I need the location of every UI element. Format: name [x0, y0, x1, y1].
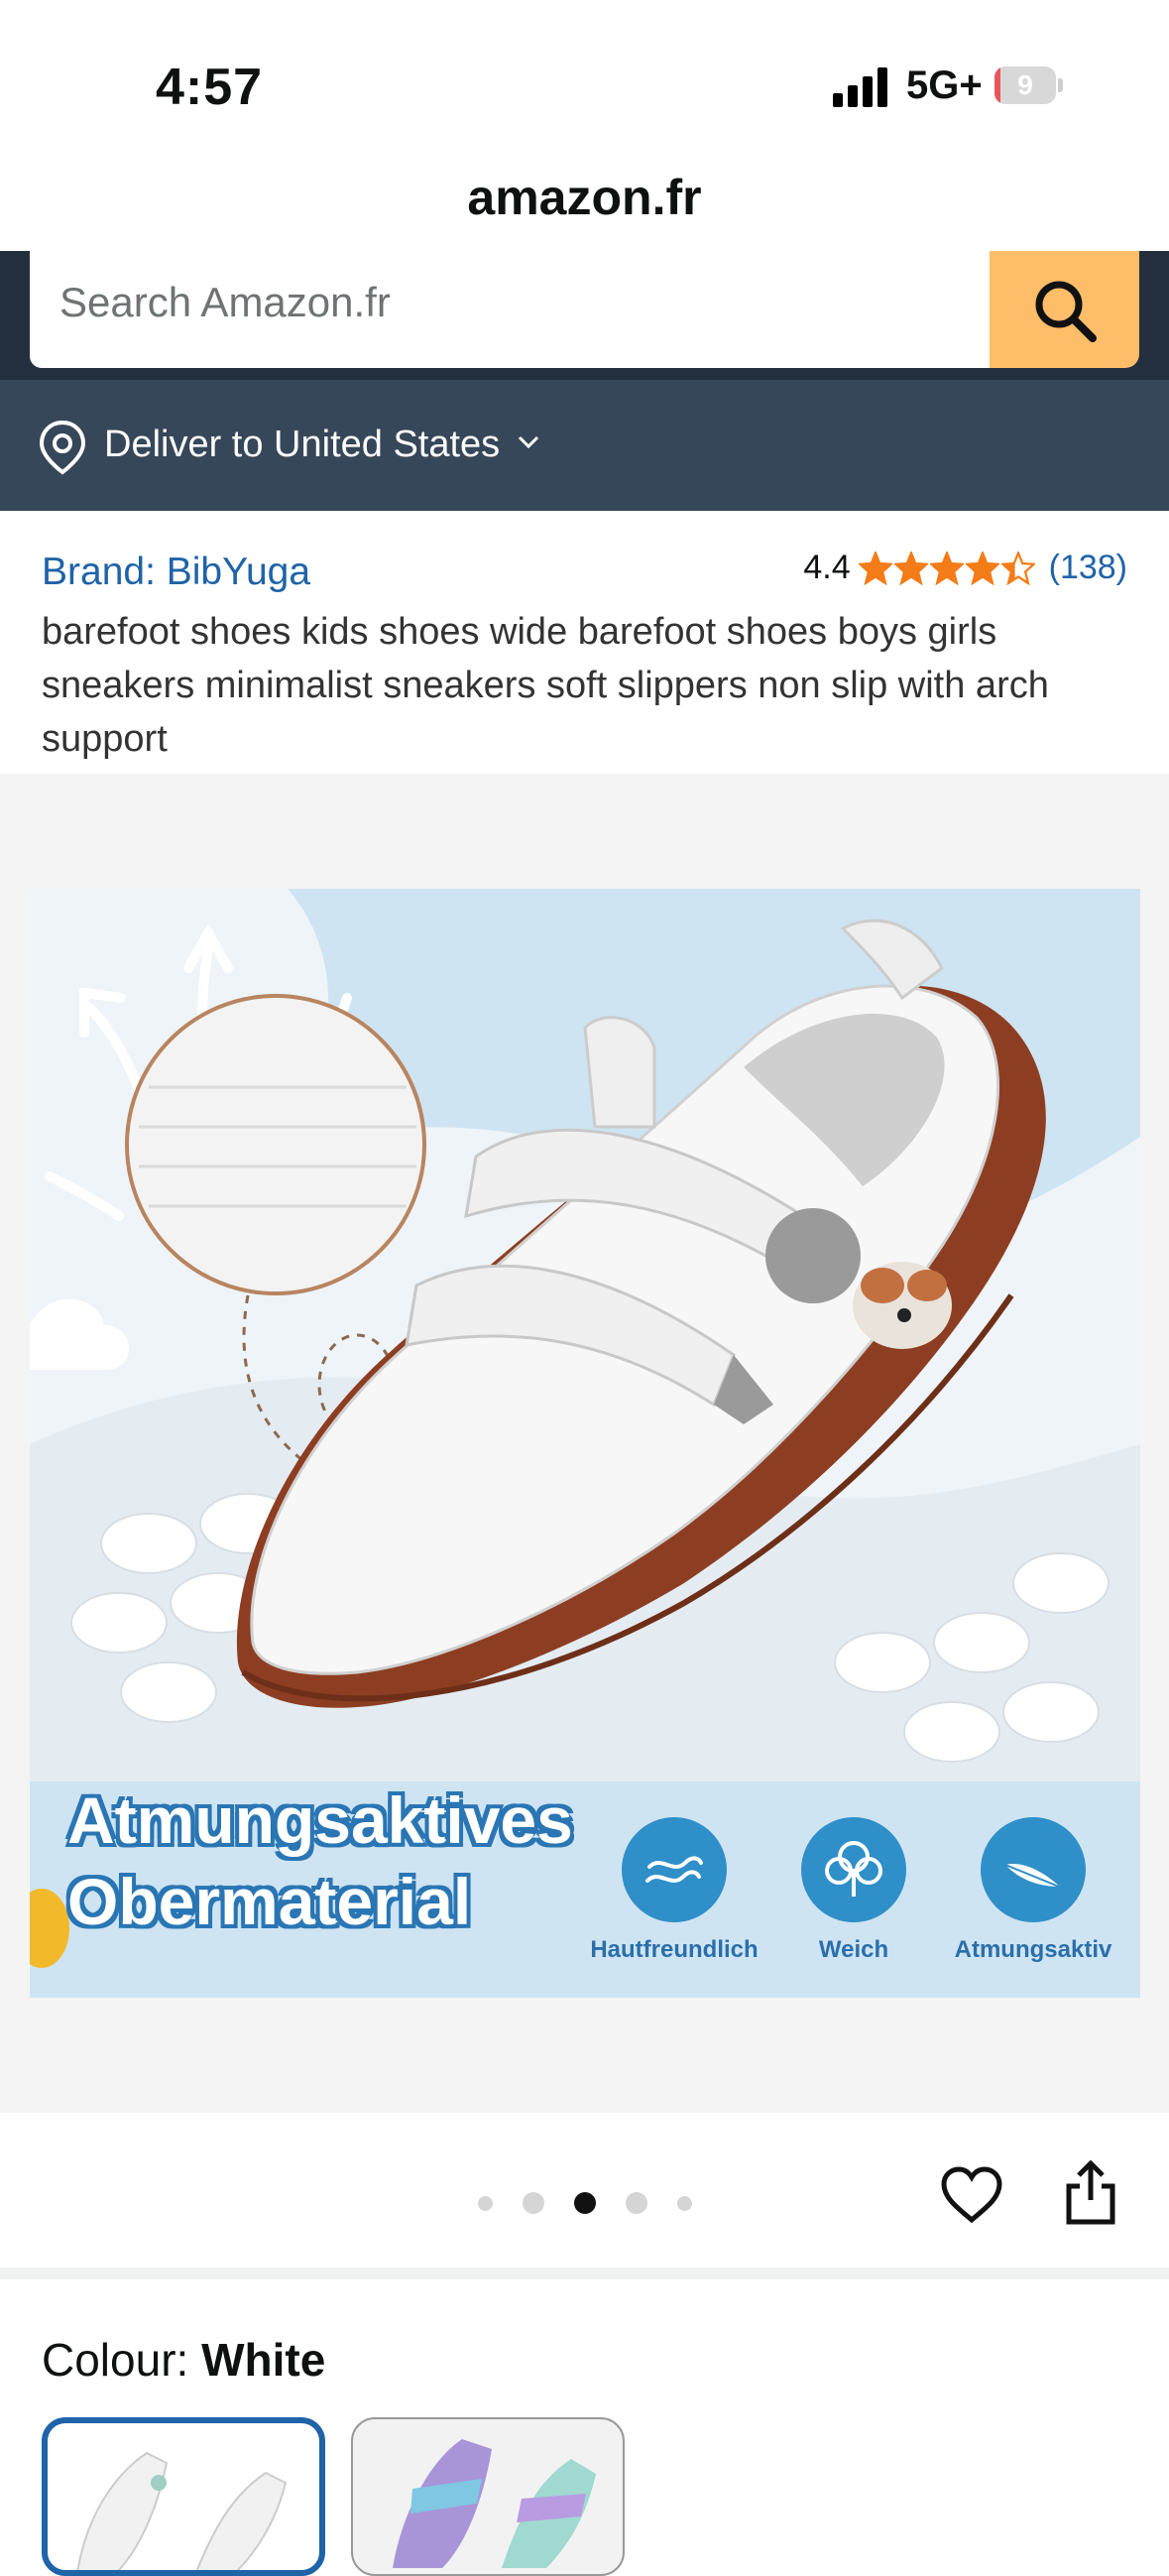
deliver-to-bar[interactable]: Deliver to United States — [0, 380, 1169, 511]
search-header: Search Amazon.fr — [0, 251, 1169, 380]
feature-row: Hautfreundlich Weich Atmungsaktiv — [30, 1799, 1140, 1998]
colour-selection: Colour: White — [42, 2333, 325, 2387]
section-divider — [0, 2268, 1169, 2279]
feature-label-soft: Weich — [818, 1936, 889, 1963]
rating-count[interactable]: (138) — [1049, 549, 1127, 587]
rating-stars — [858, 551, 1035, 585]
pagination-dot[interactable] — [523, 2192, 544, 2214]
feature-label-skin: Hautfreundlich — [590, 1936, 759, 1963]
heart-icon[interactable] — [940, 2166, 1003, 2224]
image-pagination-dots[interactable] — [478, 2192, 692, 2214]
product-image[interactable]: Atmungsaktives Obermaterial Hautfreundli… — [30, 889, 1140, 1998]
star-icon — [929, 551, 964, 585]
pagination-dot[interactable] — [478, 2195, 493, 2211]
location-pin-icon — [39, 420, 86, 475]
browser-address[interactable]: amazon.fr — [0, 169, 1169, 226]
search-icon — [1035, 281, 1097, 342]
chevron-down-icon — [518, 435, 539, 449]
search-input[interactable]: Search Amazon.fr — [30, 251, 1021, 368]
pagination-dot[interactable] — [574, 2192, 596, 2214]
battery-icon: 9 — [994, 66, 1064, 104]
rating-summary[interactable]: 4.4 (138) — [803, 549, 1127, 587]
image-gallery[interactable]: Atmungsaktives Obermaterial Hautfreundli… — [0, 774, 1169, 2113]
rating-value: 4.4 — [803, 549, 851, 586]
gallery-controls — [0, 2113, 1169, 2267]
star-icon — [858, 551, 892, 585]
colour-swatch-purple[interactable] — [351, 2417, 625, 2576]
pagination-dot[interactable] — [677, 2195, 692, 2211]
cellular-signal-icon — [833, 67, 887, 107]
star-icon — [1000, 551, 1035, 585]
battery-level: 9 — [1017, 69, 1033, 100]
status-time: 4:57 — [156, 59, 264, 116]
tree-icon — [801, 1817, 906, 1922]
deliver-label: Deliver to United States — [104, 424, 501, 465]
product-title: barefoot shoes kids shoes wide barefoot … — [42, 611, 1049, 760]
status-bar: 4:57 5G+ 9 amazon.fr — [0, 0, 1169, 225]
waves-icon — [622, 1817, 727, 1922]
feather-icon — [981, 1817, 1086, 1922]
network-type: 5G+ — [906, 63, 983, 107]
feature-label-breathable: Atmungsaktiv — [954, 1936, 1112, 1963]
colour-value: White — [201, 2334, 326, 2386]
pagination-dot[interactable] — [626, 2192, 647, 2214]
colour-label: Colour: — [42, 2334, 189, 2386]
share-icon[interactable] — [1064, 2160, 1117, 2226]
brand-link[interactable]: Brand: BibYuga — [42, 551, 310, 594]
star-icon — [893, 551, 928, 585]
colour-swatch-white[interactable] — [42, 2417, 325, 2576]
star-icon — [965, 551, 999, 585]
search-button[interactable] — [990, 251, 1139, 368]
